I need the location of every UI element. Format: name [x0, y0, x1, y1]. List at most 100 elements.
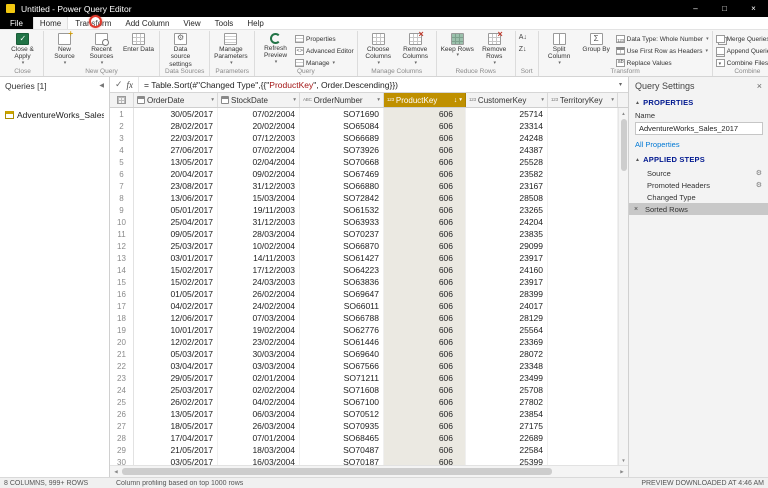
- filter-icon[interactable]: ▾: [293, 97, 296, 103]
- cell[interactable]: 606: [384, 444, 466, 456]
- select-all-corner[interactable]: [110, 93, 134, 107]
- sort-ascending-icon-button[interactable]: [519, 34, 532, 44]
- cell[interactable]: 24248: [466, 132, 548, 144]
- cell[interactable]: 31/12/2003: [218, 216, 300, 228]
- row-number[interactable]: 22: [110, 360, 134, 372]
- cell[interactable]: SO70935: [300, 420, 384, 432]
- cell[interactable]: SO66880: [300, 180, 384, 192]
- cell[interactable]: 28/03/2004: [218, 228, 300, 240]
- cell[interactable]: SO63836: [300, 276, 384, 288]
- enter-data-button[interactable]: Enter Data: [121, 32, 156, 53]
- cell[interactable]: 606: [384, 276, 466, 288]
- row-number[interactable]: 14: [110, 264, 134, 276]
- all-properties-link[interactable]: All Properties: [629, 135, 768, 152]
- cell[interactable]: [548, 264, 618, 276]
- cell[interactable]: [548, 204, 618, 216]
- cell[interactable]: 27175: [466, 420, 548, 432]
- cell[interactable]: 25399: [466, 456, 548, 465]
- step-settings-gear-icon[interactable]: ⚙: [756, 181, 762, 189]
- cell[interactable]: 23917: [466, 252, 548, 264]
- scroll-down-icon[interactable]: ▼: [619, 455, 628, 465]
- cell[interactable]: 03/01/2017: [134, 252, 218, 264]
- cell[interactable]: 03/04/2017: [134, 360, 218, 372]
- filter-icon[interactable]: ▾: [459, 97, 462, 103]
- row-number[interactable]: 26: [110, 408, 134, 420]
- cell[interactable]: 606: [384, 108, 466, 120]
- cell[interactable]: 13/05/2017: [134, 408, 218, 420]
- cell[interactable]: 16/03/2004: [218, 456, 300, 465]
- cell[interactable]: [548, 336, 618, 348]
- cell[interactable]: [548, 324, 618, 336]
- applied-step-source[interactable]: Source ⚙: [629, 167, 768, 179]
- close-apply-button[interactable]: Close & Apply▾: [5, 32, 40, 67]
- cell[interactable]: 606: [384, 300, 466, 312]
- recent-sources-button[interactable]: Recent Sources ▾: [84, 32, 119, 67]
- cell[interactable]: 02/01/2004: [218, 372, 300, 384]
- cell[interactable]: 25708: [466, 384, 548, 396]
- cell[interactable]: 28399: [466, 288, 548, 300]
- cell[interactable]: 25/03/2017: [134, 384, 218, 396]
- replace-values-button[interactable]: Replace Values: [615, 58, 709, 68]
- row-number[interactable]: 19: [110, 324, 134, 336]
- cell[interactable]: 04/02/2004: [218, 396, 300, 408]
- date-type-icon[interactable]: [137, 96, 145, 104]
- filter-icon[interactable]: ▾: [377, 97, 380, 103]
- collapse-pane-icon[interactable]: ◀: [99, 82, 104, 89]
- sort-descending-icon-button[interactable]: [519, 46, 532, 56]
- cell[interactable]: 606: [384, 204, 466, 216]
- column-header-productkey[interactable]: 123 ProductKey ↓ ▾: [384, 93, 466, 107]
- cell[interactable]: [548, 228, 618, 240]
- cell[interactable]: 09/02/2004: [218, 168, 300, 180]
- cell[interactable]: 28/02/2017: [134, 120, 218, 132]
- close-button[interactable]: ×: [739, 0, 768, 17]
- cell[interactable]: 17/04/2017: [134, 432, 218, 444]
- cell[interactable]: 23854: [466, 408, 548, 420]
- cell[interactable]: [548, 216, 618, 228]
- cell[interactable]: 12/06/2017: [134, 312, 218, 324]
- filter-icon[interactable]: ▾: [211, 97, 214, 103]
- cell[interactable]: SO66011: [300, 300, 384, 312]
- cell[interactable]: SO65084: [300, 120, 384, 132]
- group-by-button[interactable]: Group By: [579, 32, 614, 53]
- cell[interactable]: 06/03/2004: [218, 408, 300, 420]
- delete-step-icon[interactable]: ×: [634, 206, 645, 213]
- cell[interactable]: SO67566: [300, 360, 384, 372]
- row-number[interactable]: 5: [110, 156, 134, 168]
- cell[interactable]: 606: [384, 180, 466, 192]
- cell[interactable]: [548, 300, 618, 312]
- cell[interactable]: 23499: [466, 372, 548, 384]
- cell[interactable]: [548, 420, 618, 432]
- cell[interactable]: 18/03/2004: [218, 444, 300, 456]
- cell[interactable]: [548, 156, 618, 168]
- expand-formula-bar-icon[interactable]: ▾: [613, 81, 628, 88]
- row-number[interactable]: 21: [110, 348, 134, 360]
- cell[interactable]: 22/03/2017: [134, 132, 218, 144]
- menu-tab-file[interactable]: File: [0, 17, 33, 29]
- cell[interactable]: SO63933: [300, 216, 384, 228]
- cell[interactable]: SO66870: [300, 240, 384, 252]
- applied-step-changed-type[interactable]: Changed Type: [629, 191, 768, 203]
- cell[interactable]: 27/06/2017: [134, 144, 218, 156]
- cell[interactable]: 23265: [466, 204, 548, 216]
- cell[interactable]: 15/02/2017: [134, 264, 218, 276]
- close-pane-icon[interactable]: ×: [757, 81, 762, 91]
- cell[interactable]: 606: [384, 348, 466, 360]
- column-header-territorykey[interactable]: 123 TerritoryKey ▾: [548, 93, 618, 107]
- cell[interactable]: 13/06/2017: [134, 192, 218, 204]
- cell[interactable]: 606: [384, 420, 466, 432]
- combine-files-button[interactable]: Combine Files: [715, 58, 768, 68]
- cell[interactable]: 26/02/2004: [218, 288, 300, 300]
- cell[interactable]: 24204: [466, 216, 548, 228]
- cell[interactable]: 606: [384, 408, 466, 420]
- cell[interactable]: 606: [384, 288, 466, 300]
- cell[interactable]: 606: [384, 228, 466, 240]
- cell[interactable]: [548, 408, 618, 420]
- row-number[interactable]: 29: [110, 444, 134, 456]
- cell[interactable]: [548, 192, 618, 204]
- cell[interactable]: 07/12/2003: [218, 132, 300, 144]
- cell[interactable]: SO69640: [300, 348, 384, 360]
- cell[interactable]: [548, 180, 618, 192]
- cell[interactable]: 19/11/2003: [218, 204, 300, 216]
- cell[interactable]: [548, 240, 618, 252]
- cell[interactable]: 24017: [466, 300, 548, 312]
